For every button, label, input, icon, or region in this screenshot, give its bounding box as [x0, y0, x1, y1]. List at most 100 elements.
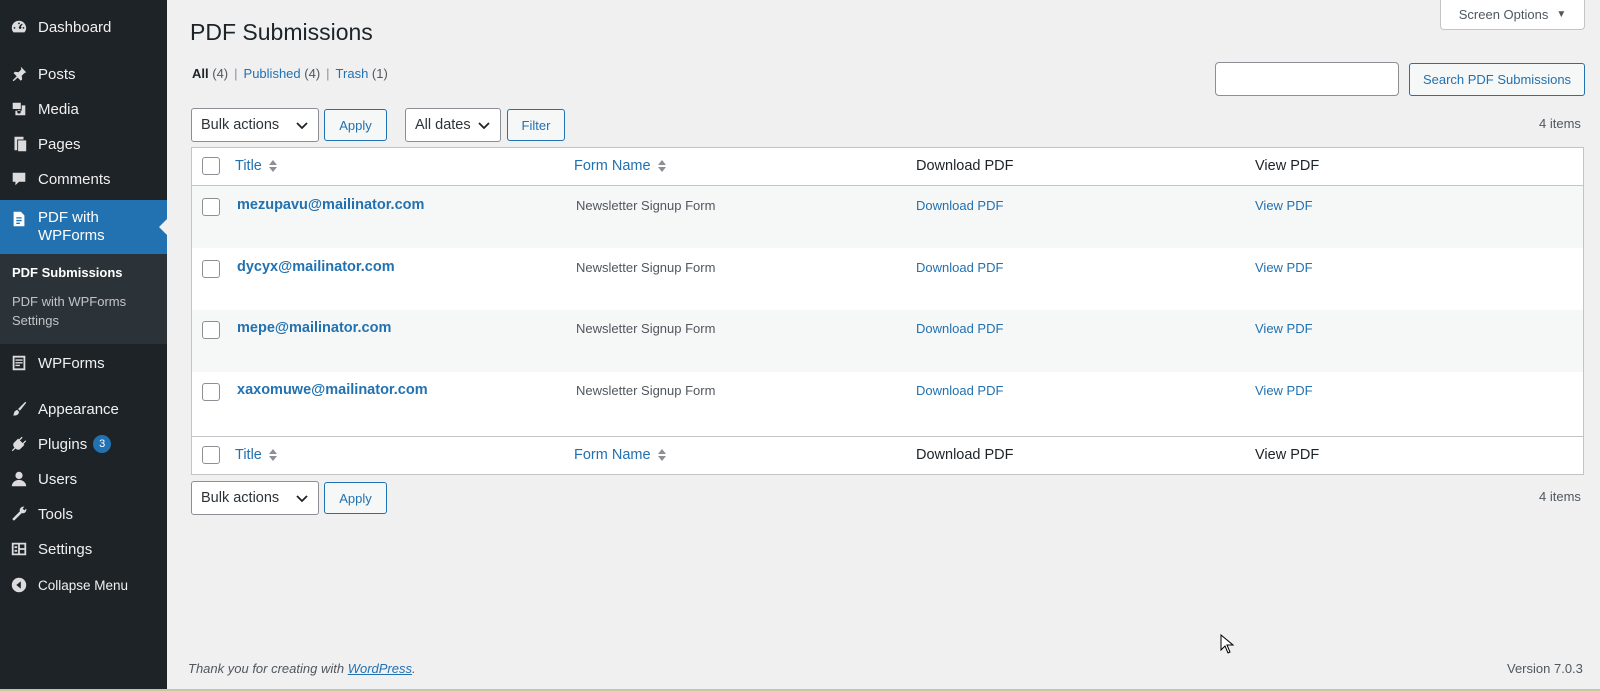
- apply-button[interactable]: Apply: [324, 109, 387, 141]
- items-count: 4 items: [1539, 116, 1581, 131]
- sort-icon: [268, 449, 277, 461]
- pages-icon: [9, 134, 29, 154]
- pin-icon: [9, 64, 29, 84]
- menu-appearance[interactable]: Appearance: [0, 397, 167, 421]
- table-footer: Title Form Name Download PDF View PDF: [192, 436, 1583, 474]
- footer-thanks-text: Thank you for creating with: [188, 661, 348, 676]
- row-title-link[interactable]: mezupavu@mailinator.com: [237, 197, 424, 213]
- view-published-count: (4): [304, 66, 321, 81]
- chevron-down-icon: [296, 122, 308, 130]
- view-all-count: (4): [212, 66, 229, 81]
- table-row: dycyx@mailinator.com Newsletter Signup F…: [192, 248, 1583, 310]
- menu-label: Plugins: [38, 435, 88, 453]
- view-trash-link[interactable]: Trash: [336, 66, 369, 81]
- menu-dashboard[interactable]: Dashboard: [0, 15, 167, 39]
- column-form-name-header[interactable]: Form Name: [574, 158, 667, 174]
- menu-label: Settings: [38, 540, 93, 558]
- active-indicator: [159, 219, 167, 235]
- download-pdf-link[interactable]: Download PDF: [916, 198, 1003, 213]
- bulk-actions-select-bottom[interactable]: Bulk actions: [191, 481, 319, 515]
- menu-label: Media: [38, 100, 79, 118]
- row-title-link[interactable]: mepe@mailinator.com: [237, 320, 391, 336]
- view-all-link[interactable]: All: [192, 66, 209, 81]
- column-title-header[interactable]: Title: [235, 158, 278, 174]
- row-form-name: Newsletter Signup Form: [576, 260, 716, 275]
- views-separator: |: [326, 66, 330, 81]
- menu-tools[interactable]: Tools: [0, 502, 167, 526]
- menu-label: Dashboard: [38, 18, 112, 36]
- column-download-header: Download PDF: [916, 158, 1014, 174]
- submenu-pdf-settings[interactable]: PDF with WPForms Settings: [12, 292, 142, 330]
- view-pdf-link[interactable]: View PDF: [1255, 321, 1313, 336]
- select-all-checkbox[interactable]: [202, 446, 220, 464]
- column-title-footer[interactable]: Title: [235, 447, 278, 463]
- row-checkbox[interactable]: [202, 383, 220, 401]
- column-view-footer: View PDF: [1255, 447, 1320, 463]
- view-pdf-link[interactable]: View PDF: [1255, 383, 1313, 398]
- row-checkbox[interactable]: [202, 198, 220, 216]
- footer-thanks: Thank you for creating with WordPress.: [188, 661, 416, 676]
- menu-pdf-with-wpforms[interactable]: PDF with WPForms: [0, 200, 167, 254]
- select-all-checkbox[interactable]: [202, 157, 220, 175]
- submenu-pdf-submissions[interactable]: PDF Submissions: [12, 263, 123, 282]
- menu-label: Collapse Menu: [38, 577, 129, 593]
- settings-icon: [9, 539, 29, 559]
- view-trash-count: (1): [371, 66, 388, 81]
- status-views: All (4) | Published (4) | Trash (1): [192, 66, 388, 81]
- column-form-name-label: Form Name: [574, 158, 651, 174]
- view-published-link[interactable]: Published: [244, 66, 301, 81]
- brush-icon: [9, 399, 29, 419]
- column-view-header: View PDF: [1255, 158, 1320, 174]
- date-filter-select[interactable]: All dates: [405, 108, 501, 142]
- view-pdf-link[interactable]: View PDF: [1255, 260, 1313, 275]
- screen-options-button[interactable]: Screen Options ▼: [1440, 0, 1585, 30]
- sort-icon: [657, 160, 666, 172]
- menu-settings[interactable]: Settings: [0, 537, 167, 561]
- menu-label: PDF with WPForms: [38, 209, 105, 244]
- menu-label: Posts: [38, 65, 76, 83]
- download-pdf-link[interactable]: Download PDF: [916, 260, 1003, 275]
- page-title: PDF Submissions: [190, 19, 373, 45]
- column-title-label: Title: [235, 447, 262, 463]
- row-title-link[interactable]: xaxomuwe@mailinator.com: [237, 382, 428, 398]
- menu-label: Pages: [38, 135, 81, 153]
- row-checkbox[interactable]: [202, 260, 220, 278]
- menu-pages[interactable]: Pages: [0, 132, 167, 156]
- wordpress-link[interactable]: WordPress: [348, 661, 412, 676]
- filter-button[interactable]: Filter: [507, 109, 565, 141]
- search-submit-button[interactable]: Search PDF Submissions: [1409, 63, 1585, 96]
- search-input[interactable]: [1215, 62, 1399, 96]
- menu-plugins[interactable]: Plugins 3: [0, 432, 167, 456]
- screen-options-label: Screen Options: [1458, 7, 1549, 22]
- apply-button-bottom[interactable]: Apply: [324, 482, 387, 514]
- menu-collapse[interactable]: Collapse Menu: [0, 573, 167, 597]
- row-checkbox[interactable]: [202, 321, 220, 339]
- download-pdf-link[interactable]: Download PDF: [916, 383, 1003, 398]
- sort-icon: [657, 449, 666, 461]
- view-pdf-link[interactable]: View PDF: [1255, 198, 1313, 213]
- menu-media[interactable]: Media: [0, 97, 167, 121]
- bulk-actions-select[interactable]: Bulk actions: [191, 108, 319, 142]
- menu-label: Comments: [38, 170, 111, 188]
- table-row: mepe@mailinator.com Newsletter Signup Fo…: [192, 310, 1583, 372]
- wrench-icon: [9, 504, 29, 524]
- download-pdf-link[interactable]: Download PDF: [916, 321, 1003, 336]
- menu-wpforms[interactable]: WPForms: [0, 350, 167, 376]
- document-icon: [9, 209, 29, 229]
- menu-label: WPForms: [38, 354, 105, 372]
- column-form-name-footer[interactable]: Form Name: [574, 447, 667, 463]
- menu-posts[interactable]: Posts: [0, 62, 167, 86]
- submissions-table: Title Form Name Download PDF View PDF me…: [191, 147, 1584, 475]
- table-header: Title Form Name Download PDF View PDF: [192, 148, 1583, 186]
- menu-users[interactable]: Users: [0, 467, 167, 491]
- dashboard-icon: [9, 17, 29, 37]
- bulk-actions-value: Bulk actions: [201, 117, 280, 133]
- row-title-link[interactable]: dycyx@mailinator.com: [237, 259, 395, 275]
- plugins-update-badge: 3: [93, 435, 112, 453]
- menu-comments[interactable]: Comments: [0, 167, 167, 191]
- chevron-down-icon: [296, 495, 308, 503]
- collapse-icon: [9, 575, 29, 595]
- admin-sidebar: Dashboard Posts Media Pages Comments PDF…: [0, 0, 167, 691]
- row-form-name: Newsletter Signup Form: [576, 321, 716, 336]
- row-form-name: Newsletter Signup Form: [576, 198, 716, 213]
